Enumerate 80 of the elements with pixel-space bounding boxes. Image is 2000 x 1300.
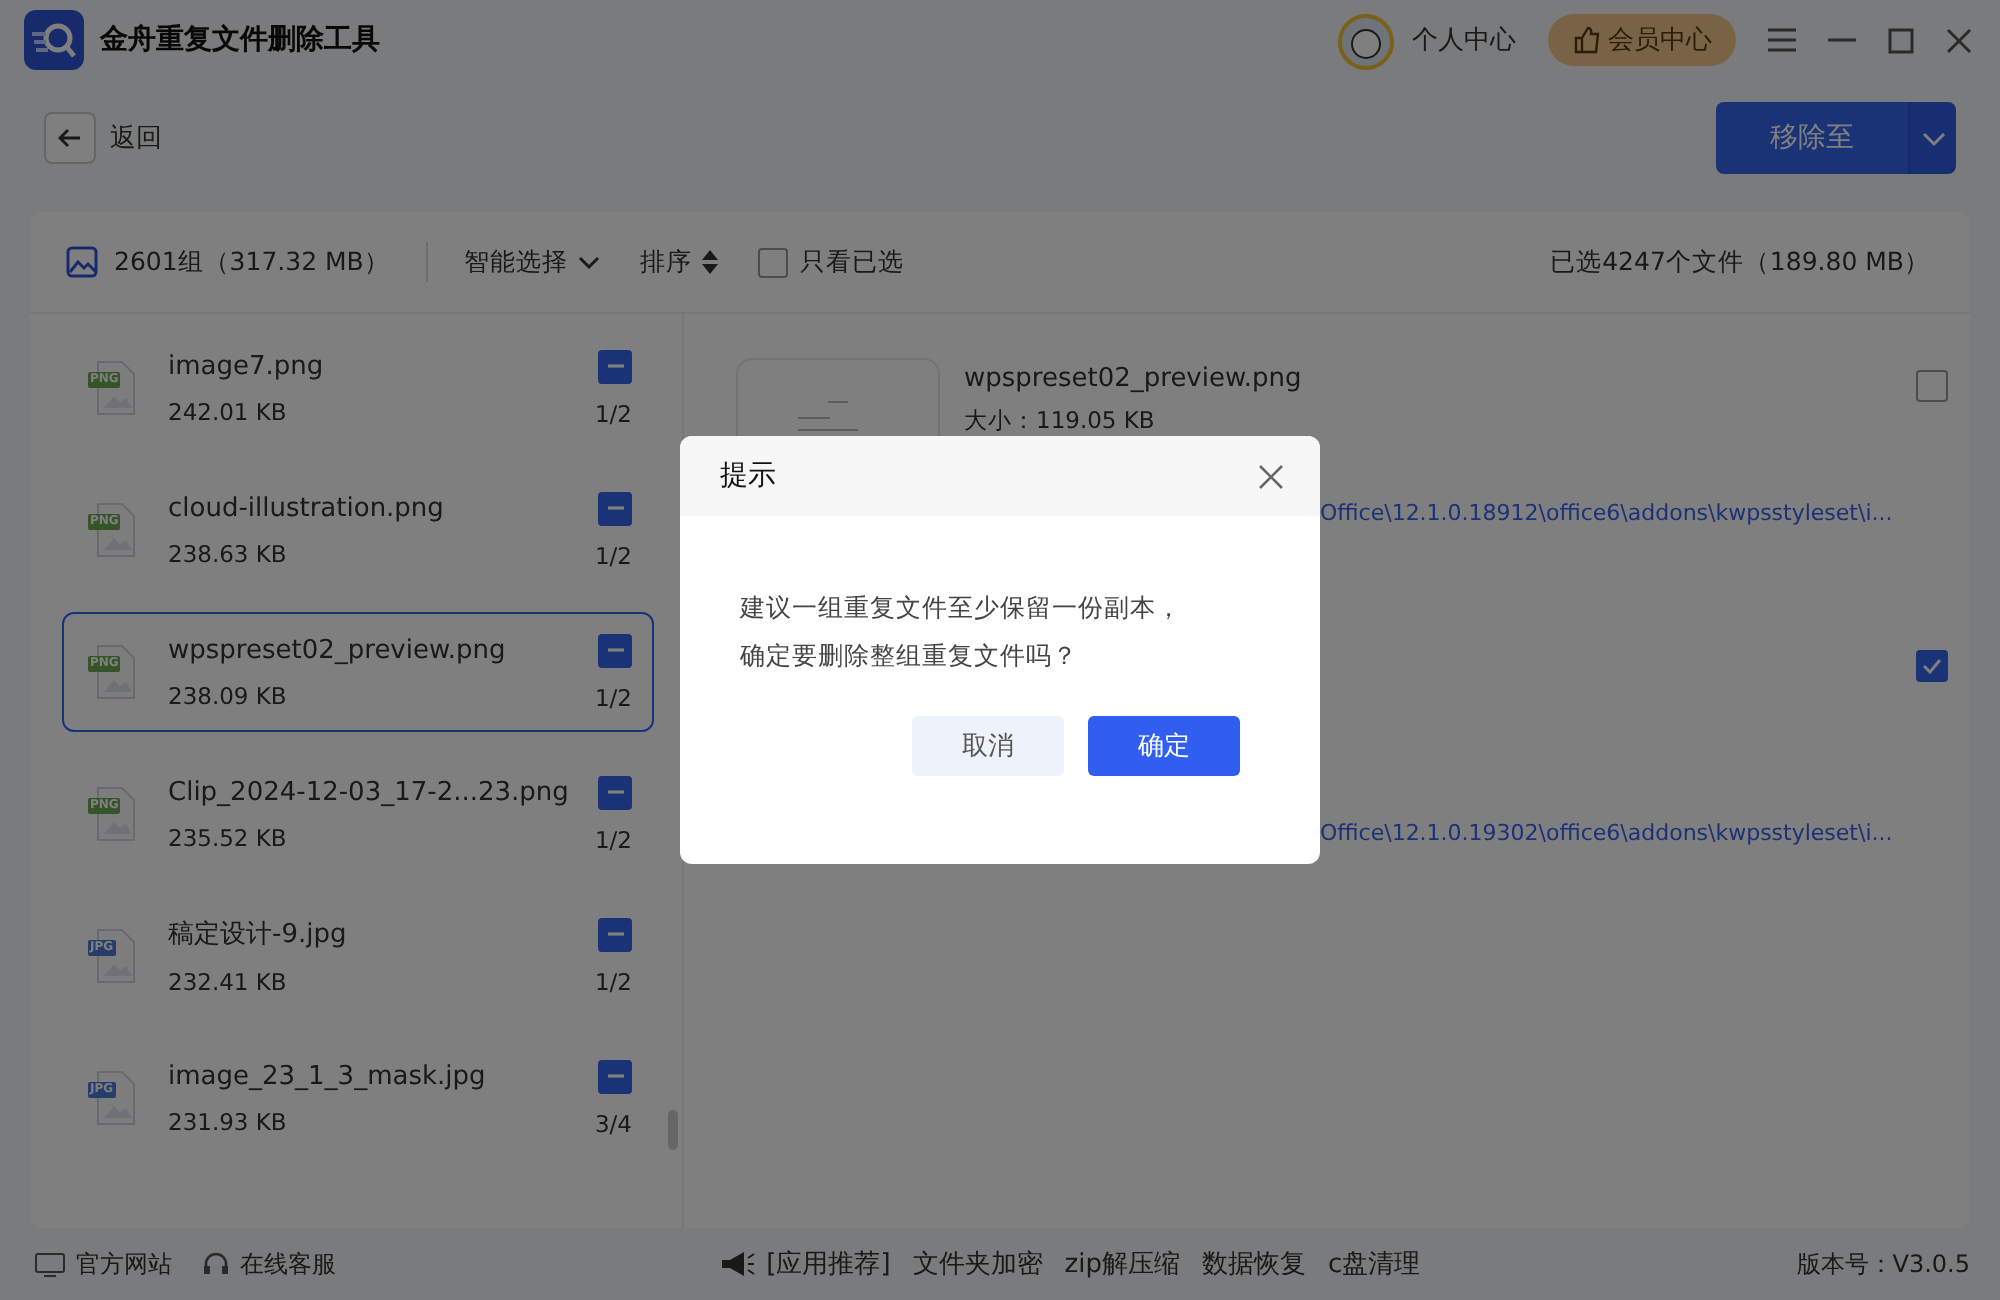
- minus-icon: [607, 1074, 623, 1078]
- file-path-link[interactable]: Office\12.1.0.19302\office6\addons\kwpsstyleset\i...: [1320, 820, 1893, 846]
- app-link[interactable]: zip解压缩: [1064, 1246, 1180, 1282]
- duplicate-count: 3/4: [594, 1109, 632, 1137]
- dialog-title: 提示: [720, 458, 776, 494]
- caret-down-icon: [577, 255, 600, 269]
- file-path-link[interactable]: Office\12.1.0.18912\office6\addons\kwpsstyleset\i...: [1320, 500, 1893, 526]
- minus-icon: [607, 506, 623, 510]
- duplicate-count: 1/2: [594, 541, 632, 569]
- minus-icon: [607, 648, 623, 652]
- file-checkbox[interactable]: [1916, 370, 1949, 402]
- cancel-button[interactable]: 取消: [912, 716, 1064, 776]
- back-label[interactable]: 返回: [110, 120, 162, 156]
- dialog-message: 建议一组重复文件至少保留一份副本，: [740, 590, 1182, 626]
- checkbox-label: 只看已选: [799, 245, 904, 279]
- menu-icon[interactable]: [1768, 28, 1796, 52]
- user-center-link[interactable]: 个人中心: [1412, 22, 1516, 58]
- app-link[interactable]: c盘清理: [1327, 1246, 1421, 1282]
- partial-checkbox[interactable]: [598, 633, 632, 667]
- duplicate-count: 1/2: [594, 399, 632, 427]
- sort-icon: [701, 250, 718, 274]
- file-size: 大小：119.05 KB: [964, 406, 1157, 436]
- official-site-link[interactable]: 官方网站: [76, 1247, 172, 1281]
- app-recommend-label: [应用推荐]: [766, 1248, 891, 1282]
- headset-icon: [202, 1250, 230, 1278]
- file-name: image7.png: [168, 351, 326, 381]
- duplicate-count: 1/2: [594, 683, 632, 711]
- close-icon[interactable]: [1258, 463, 1284, 489]
- back-button[interactable]: [44, 112, 96, 164]
- avatar-icon: [1336, 10, 1396, 70]
- minus-icon: [607, 790, 623, 794]
- partial-checkbox[interactable]: [598, 491, 632, 525]
- minus-icon: [607, 932, 623, 936]
- partial-checkbox[interactable]: [598, 917, 632, 951]
- confirm-button[interactable]: 确定: [1088, 716, 1240, 776]
- only-selected-checkbox[interactable]: [757, 247, 788, 277]
- version-label: 版本号：V3.0.5: [1796, 1247, 1970, 1281]
- duplicate-count: 1/2: [594, 967, 632, 995]
- move-to-button[interactable]: 移除至: [1716, 102, 1908, 174]
- arrow-left-icon: [58, 128, 82, 148]
- caret-down-icon: [1922, 131, 1946, 147]
- monitor-icon: [34, 1251, 66, 1277]
- file-size: 238.09 KB: [168, 681, 289, 709]
- app-title: 金舟重复文件删除工具: [100, 22, 380, 58]
- file-size: 238.63 KB: [168, 539, 289, 567]
- minimize-icon[interactable]: [1828, 38, 1856, 42]
- file-size: 242.01 KB: [168, 397, 289, 425]
- partial-checkbox[interactable]: [598, 349, 632, 383]
- file-name: Clip_2024-12-03_17-2...23.png: [168, 777, 567, 807]
- file-size: 231.93 KB: [168, 1107, 289, 1135]
- minus-icon: [607, 364, 623, 368]
- file-name: wpspreset02_preview.png: [168, 635, 508, 665]
- file-name: image_23_1_3_mask.jpg: [168, 1061, 488, 1091]
- group-summary: 2601组（317.32 MB）: [114, 245, 390, 279]
- maximize-icon[interactable]: [1888, 27, 1914, 53]
- file-name: cloud-illustration.png: [168, 493, 446, 523]
- sort-button[interactable]: 排序: [639, 245, 718, 279]
- file-name: wpspreset02_preview.png: [964, 364, 1304, 394]
- dropdown-button[interactable]: [1908, 102, 1956, 174]
- file-name: 稿定设计-9.jpg: [168, 918, 349, 952]
- image-icon: [66, 246, 98, 278]
- scrollbar-thumb[interactable]: [668, 1110, 678, 1150]
- dialog-message: 确定要删除整组重复文件吗？: [740, 638, 1078, 674]
- app-link[interactable]: 文件夹加密: [912, 1246, 1043, 1282]
- file-size: 235.52 KB: [168, 823, 289, 851]
- close-icon[interactable]: [1946, 27, 1972, 53]
- app-link[interactable]: 数据恢复: [1201, 1246, 1306, 1282]
- file-size: 232.41 KB: [168, 968, 289, 996]
- vip-center-button[interactable]: 会员中心: [1548, 14, 1736, 66]
- app-logo-icon: [24, 10, 84, 70]
- smart-select-dropdown[interactable]: 智能选择: [463, 245, 600, 279]
- partial-checkbox[interactable]: [598, 775, 632, 809]
- file-checkbox[interactable]: [1916, 650, 1949, 682]
- partial-checkbox[interactable]: [598, 1059, 632, 1093]
- thumbs-up-icon: [1572, 26, 1600, 54]
- check-icon: [1922, 658, 1943, 674]
- megaphone-icon: [720, 1250, 757, 1278]
- online-service-link[interactable]: 在线客服: [240, 1247, 336, 1281]
- duplicate-count: 1/2: [594, 825, 632, 853]
- selected-summary: 已选4247个文件（189.80 MB）: [1550, 245, 1930, 279]
